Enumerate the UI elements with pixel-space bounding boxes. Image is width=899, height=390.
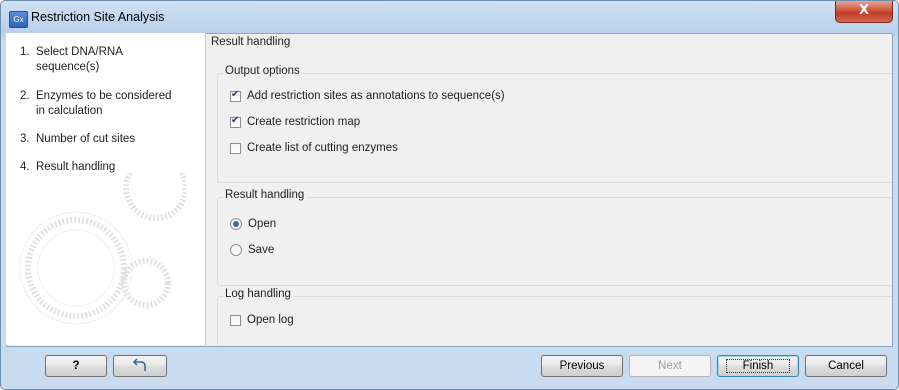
radio-icon[interactable] [230, 218, 242, 230]
group-title: Output options [223, 65, 302, 77]
app-icon: Gx [9, 11, 28, 28]
step-label: Select DNA/RNA [36, 46, 123, 58]
step-select-sequences: 1. Select DNA/RNA sequence(s) [20, 45, 123, 75]
step-number: 1. [20, 46, 30, 58]
step-number: 3. [20, 133, 30, 145]
close-icon: X [858, 3, 870, 18]
radio-label: Save [248, 244, 275, 256]
cancel-button[interactable]: Cancel [805, 355, 887, 377]
log-handling-group: Log handling Open log [217, 288, 891, 345]
dna-watermark-icon [19, 173, 186, 325]
finish-label: Finish [725, 359, 791, 373]
checkbox-label: Create list of cutting enzymes [247, 142, 398, 154]
window-title: Restriction Site Analysis [31, 10, 165, 24]
checkbox-icon[interactable] [230, 314, 241, 326]
add-annotations-checkbox[interactable]: Add restriction sites as annotations to … [230, 89, 505, 102]
checkbox-label: Open log [247, 314, 294, 326]
finish-button[interactable]: Finish [717, 355, 799, 377]
reset-arrow-icon [132, 358, 146, 371]
group-title: Result handling [223, 189, 307, 201]
button-bar: ? Previous Next Finish Cancel [6, 346, 891, 384]
step-label: Enzymes to be considered [36, 90, 172, 102]
save-radio[interactable]: Save [230, 244, 274, 256]
reset-button[interactable] [113, 355, 167, 377]
result-handling-group: Result handling Open Save [217, 189, 891, 286]
step-number: 2. [20, 90, 30, 102]
title-bar[interactable]: Gx Restriction Site Analysis X [1, 1, 898, 34]
help-button[interactable]: ? [45, 355, 107, 377]
help-icon: ? [72, 360, 80, 372]
checkbox-label: Create restriction map [247, 116, 361, 128]
previous-button[interactable]: Previous [541, 355, 623, 377]
step-number-of-cut-sites: 3. Number of cut sites [20, 132, 135, 147]
output-options-group: Output options Add restriction sites as … [217, 65, 891, 183]
main-panel: Result handling Output options Add restr… [206, 33, 891, 345]
page-title: Result handling [211, 36, 291, 48]
create-enzyme-list-checkbox[interactable]: Create list of cutting enzymes [230, 142, 398, 154]
radio-label: Open [248, 218, 277, 230]
close-button[interactable]: X [835, 1, 893, 23]
step-label: in calculation [36, 105, 103, 117]
step-label: Number of cut sites [36, 133, 136, 145]
open-log-checkbox[interactable]: Open log [230, 314, 294, 326]
create-restriction-map-checkbox[interactable]: Create restriction map [230, 115, 361, 128]
checkbox-label: Add restriction sites as annotations to … [247, 90, 505, 102]
next-button[interactable]: Next [629, 355, 711, 377]
checkbox-icon[interactable] [230, 142, 241, 154]
open-radio[interactable]: Open [230, 218, 276, 230]
step-enzymes: 2. Enzymes to be considered in calculation [20, 89, 172, 119]
step-label: sequence(s) [36, 61, 100, 73]
wizard-steps-panel: 1. Select DNA/RNA sequence(s) 2. Enzymes to… [6, 33, 206, 345]
radio-icon[interactable] [230, 244, 242, 256]
checkbox-icon[interactable] [230, 115, 241, 128]
checkbox-icon[interactable] [230, 89, 241, 102]
group-title: Log handling [223, 288, 293, 300]
